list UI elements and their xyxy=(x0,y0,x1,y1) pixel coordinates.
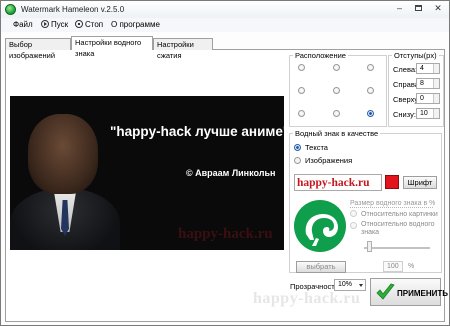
size-relative-watermark-option[interactable]: Относительно водного знака xyxy=(350,221,440,237)
position-top-right-radio[interactable] xyxy=(367,64,374,71)
position-middle-right-radio[interactable] xyxy=(367,87,374,94)
offset-left-value: 4 xyxy=(420,65,424,72)
tab-image-selection[interactable]: Выбор изображений xyxy=(5,38,71,60)
preview-quote: "happy-hack лучше аниме" xyxy=(110,124,284,139)
opacity-select[interactable]: 10% xyxy=(334,279,366,291)
offset-bottom-value: 10 xyxy=(420,110,428,117)
opacity-label: Прозрачность xyxy=(290,282,339,291)
offset-right-value: 8 xyxy=(420,80,424,87)
choose-image-button[interactable]: выбрать xyxy=(296,261,346,273)
menu-file[interactable]: Файл xyxy=(13,20,33,29)
position-center-radio[interactable] xyxy=(333,87,340,94)
page-watermark: happy-hack.ru xyxy=(253,290,361,307)
apply-button-label: ПРИМЕНИТЬ xyxy=(397,289,448,298)
close-button[interactable]: ✕ xyxy=(428,2,448,16)
size-relative-image-option[interactable]: Относительно картинки xyxy=(350,210,438,219)
position-bottom-right-radio[interactable] xyxy=(367,110,374,117)
font-button[interactable]: Шрифт xyxy=(403,176,437,189)
preview-photo-head xyxy=(28,114,98,194)
menu-play[interactable]: Пуск xyxy=(41,20,68,29)
size-relative-watermark-radio[interactable] xyxy=(350,222,357,229)
maximize-button[interactable] xyxy=(410,2,427,16)
size-slider-thumb[interactable] xyxy=(367,241,372,252)
watermark-image-option[interactable]: Изображения xyxy=(294,156,352,165)
opacity-value: 10% xyxy=(338,281,353,288)
offsets-group: Отступы(px) Слева: 4 Справа: 8 Сверху: 0… xyxy=(388,51,444,127)
watermark-text-option[interactable]: Текста xyxy=(294,143,328,152)
app-logo-icon xyxy=(5,4,16,15)
chameleon-logo-graphic xyxy=(305,214,338,246)
position-middle-left-radio[interactable] xyxy=(298,87,305,94)
menu-about[interactable]: О программе xyxy=(111,20,160,29)
offset-right-spinner[interactable] xyxy=(433,79,439,88)
offset-top-input[interactable]: 0 xyxy=(416,93,440,104)
app-window: Watermark Hameleon v.2.5.0 – ✕ Файл Пуск… xyxy=(0,0,450,326)
size-relative-watermark-label: Относительно водного знака xyxy=(361,221,435,236)
position-top-left-radio[interactable] xyxy=(298,64,305,71)
position-bottom-center-radio[interactable] xyxy=(333,110,340,117)
menu-play-label: Пуск xyxy=(51,20,69,29)
chameleon-logo-icon xyxy=(294,200,346,252)
watermark-text-radio[interactable] xyxy=(294,144,301,151)
menu-bar: Файл Пуск Стоп О программе xyxy=(1,18,449,32)
watermark-text-input[interactable]: happy-hack.ru xyxy=(294,174,382,191)
apply-button[interactable]: ПРИМЕНИТЬ xyxy=(370,278,448,306)
size-percent-unit: % xyxy=(408,263,415,270)
offset-bottom-input[interactable]: 10 xyxy=(416,108,440,119)
offsets-group-title: Отступы(px) xyxy=(392,51,439,60)
watermark-type-title: Водный знак в качестве xyxy=(293,129,381,138)
chevron-down-icon xyxy=(359,284,363,287)
tab-watermark-settings[interactable]: Настройки водного знака xyxy=(71,36,153,58)
menu-stop[interactable]: Стоп xyxy=(75,20,103,29)
menu-stop-label: Стоп xyxy=(85,20,104,29)
title-bar[interactable]: Watermark Hameleon v.2.5.0 – ✕ xyxy=(1,1,449,18)
position-top-center-radio[interactable] xyxy=(333,64,340,71)
watermark-size-title: Размер водного знака в % xyxy=(350,200,436,208)
watermark-text-value: happy-hack.ru xyxy=(297,177,370,189)
offset-left-label: Слева: xyxy=(393,65,418,74)
minimize-button[interactable]: – xyxy=(391,2,408,16)
offset-left-spinner[interactable] xyxy=(433,64,439,73)
watermark-type-group: Водный знак в качестве Текста Изображени… xyxy=(289,129,442,273)
preview-watermark-text: happy-hack.ru xyxy=(178,226,273,242)
preview-author: © Авраам Линкольн xyxy=(186,168,276,178)
play-icon xyxy=(41,20,49,28)
watermark-color-swatch[interactable] xyxy=(385,175,399,189)
size-percent-input[interactable]: 100 xyxy=(383,261,403,272)
size-relative-image-radio[interactable] xyxy=(350,210,357,217)
position-bottom-left-radio[interactable] xyxy=(298,110,305,117)
checkmark-icon xyxy=(376,283,395,300)
offset-left-input[interactable]: 4 xyxy=(416,63,440,74)
size-relative-image-label: Относительно картинки xyxy=(361,211,438,218)
offset-bottom-label: Снизу: xyxy=(393,110,416,119)
offset-top-spinner[interactable] xyxy=(433,94,439,103)
tab-compression-settings[interactable]: Настройки сжатия xyxy=(153,38,213,60)
offset-top-value: 0 xyxy=(420,95,424,102)
image-preview: "happy-hack лучше аниме" © Авраам Линкол… xyxy=(10,96,284,250)
window-title: Watermark Hameleon v.2.5.0 xyxy=(21,5,125,14)
watermark-image-label: Изображения xyxy=(305,156,353,165)
offset-right-input[interactable]: 8 xyxy=(416,78,440,89)
watermark-image-radio[interactable] xyxy=(294,157,301,164)
position-group: Расположение xyxy=(289,51,387,127)
watermark-text-label: Текста xyxy=(305,143,328,152)
maximize-icon xyxy=(415,5,422,11)
stop-icon xyxy=(75,20,83,28)
size-slider-track[interactable] xyxy=(364,247,430,249)
position-group-title: Расположение xyxy=(293,51,348,60)
offset-bottom-spinner[interactable] xyxy=(433,109,439,118)
